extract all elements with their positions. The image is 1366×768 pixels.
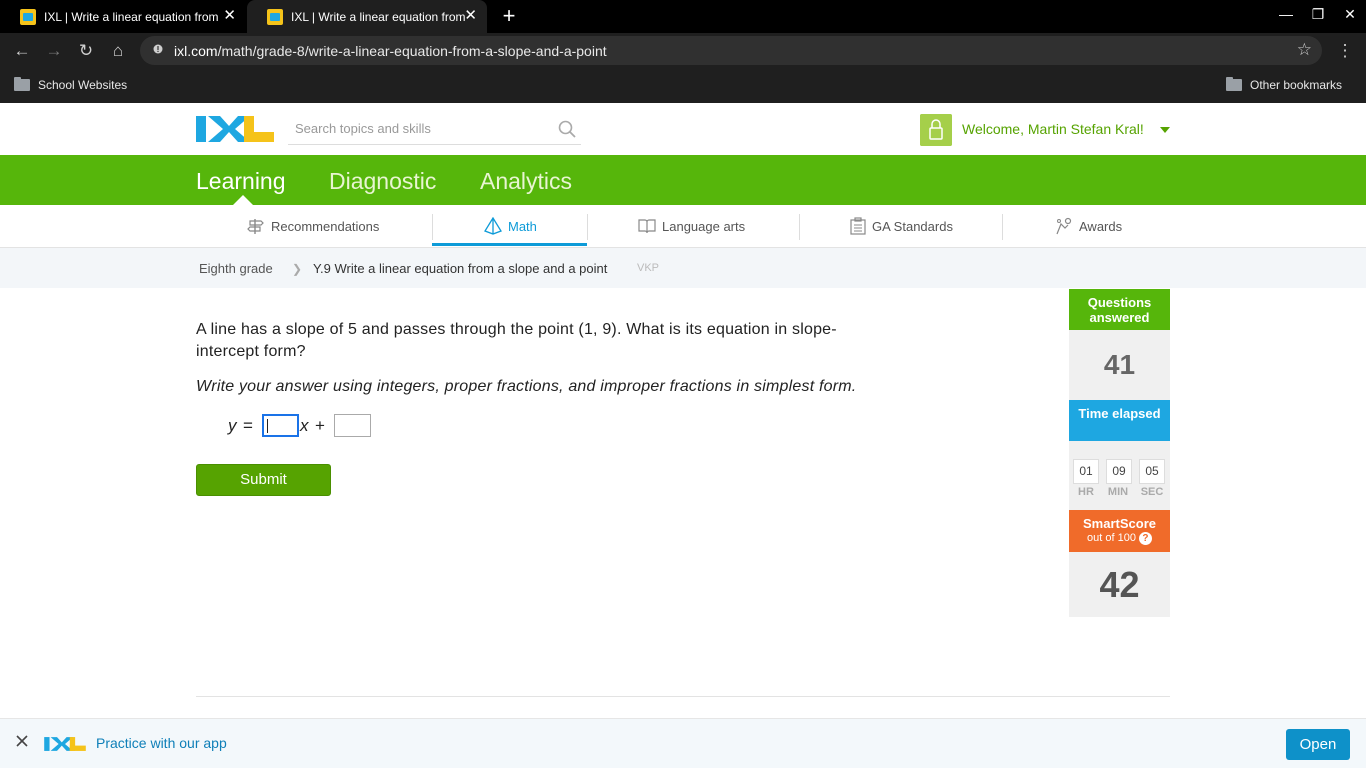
chevron-right-icon: ❯	[292, 262, 303, 276]
clipboard-icon	[850, 217, 866, 235]
close-tab-icon[interactable]: ✕	[223, 8, 236, 24]
close-tab-icon[interactable]: ✕	[464, 8, 477, 24]
content-divider	[196, 696, 1170, 697]
intercept-answer-input[interactable]	[334, 414, 371, 437]
time-elapsed-label: Time elapsed	[1069, 400, 1170, 441]
smartscore-label: SmartScore	[1083, 516, 1156, 531]
bookmark-other[interactable]: Other bookmarks	[1226, 77, 1342, 92]
address-bar[interactable]: ixl.com/math/grade-8/write-a-linear-equa…	[140, 36, 1322, 65]
ixl-logo[interactable]	[196, 114, 274, 144]
submit-button[interactable]: Submit	[196, 464, 331, 496]
close-window-icon[interactable]: ✕	[1340, 6, 1360, 23]
browser-tab-2[interactable]: IXL | Write a linear equation from a slo…	[247, 0, 487, 33]
forward-icon[interactable]: →	[42, 39, 66, 63]
minimize-icon[interactable]: —	[1276, 6, 1296, 22]
open-app-button[interactable]: Open	[1286, 729, 1350, 760]
question-instruction: Write your answer using integers, proper…	[196, 378, 857, 395]
lock-icon	[153, 44, 163, 54]
bookmarks-bar: School Websites Other bookmarks	[0, 68, 1366, 103]
book-icon	[638, 219, 656, 234]
tab-ga-standards[interactable]: GA Standards	[850, 205, 953, 247]
tab-math[interactable]: Math	[484, 205, 537, 247]
nav-analytics[interactable]: Analytics	[480, 168, 572, 195]
back-icon[interactable]: ←	[10, 39, 34, 63]
bookmark-school-websites[interactable]: School Websites	[14, 77, 127, 92]
questions-answered-label: Questions answered	[1069, 289, 1170, 330]
restore-icon[interactable]: ❐	[1308, 6, 1328, 23]
ixl-favicon-icon	[267, 8, 283, 25]
browser-toolbar: ← → ↻ ⌂ ixl.com/math/grade-8/write-a-lin…	[0, 33, 1366, 68]
awards-icon	[1056, 217, 1072, 235]
search-input[interactable]: Search topics and skills	[288, 115, 581, 145]
folder-icon	[14, 77, 30, 91]
questions-answered-count: 41	[1069, 330, 1170, 400]
time-unit-hr: HR	[1078, 486, 1094, 498]
ixl-favicon-icon	[20, 8, 36, 25]
equation-y: y	[228, 416, 237, 435]
welcome-text[interactable]: Welcome, Martin Stefan Kral!	[962, 121, 1144, 137]
bookmark-star-icon[interactable]: ☆	[1297, 40, 1312, 60]
text-cursor	[267, 419, 268, 433]
equation-plus: +	[315, 416, 325, 435]
tab-title: IXL | Write a linear equation from a slo…	[44, 9, 219, 24]
tab-title: IXL | Write a linear equation from a slo…	[291, 9, 466, 24]
browser-tab-strip: IXL | Write a linear equation from a slo…	[0, 0, 1366, 33]
time-seconds: 05	[1139, 459, 1165, 484]
time-unit-min: MIN	[1107, 486, 1129, 498]
skill-code: VKP	[637, 262, 660, 274]
breadcrumb-skill: Y.9 Write a linear equation from a slope…	[313, 261, 608, 276]
breadcrumb-grade[interactable]: Eighth grade	[199, 261, 273, 276]
nav-learning[interactable]: Learning	[196, 168, 286, 195]
smartscore-sub: out of 100	[1087, 532, 1136, 544]
question-text: A line has a slope of 5 and passes throu…	[196, 321, 837, 360]
tab-recommendations[interactable]: Recommendations	[247, 205, 379, 247]
time-hours: 01	[1073, 459, 1099, 484]
smartscore-header: SmartScore out of 100 ?	[1069, 510, 1170, 552]
divider	[432, 214, 433, 240]
divider	[799, 214, 800, 240]
nav-diagnostic[interactable]: Diagnostic	[329, 168, 436, 195]
divider	[587, 214, 588, 240]
home-icon[interactable]: ⌂	[106, 39, 130, 63]
reload-icon[interactable]: ↻	[74, 39, 98, 63]
folder-icon	[1226, 77, 1242, 91]
active-tab-underline	[432, 243, 587, 246]
slope-answer-input[interactable]	[262, 414, 299, 437]
time-elapsed: 01 09 05 HR MIN SEC	[1069, 441, 1170, 510]
help-icon[interactable]: ?	[1138, 532, 1152, 545]
app-banner: Practice with our app Open	[0, 718, 1366, 768]
equation-equals: =	[243, 416, 253, 435]
search-icon[interactable]	[558, 120, 576, 138]
chevron-down-icon[interactable]	[1160, 127, 1170, 133]
tab-language-arts[interactable]: Language arts	[638, 205, 745, 247]
equation-x: x	[300, 416, 309, 435]
main-nav: Learning Diagnostic Analytics	[0, 155, 1366, 205]
avatar[interactable]	[920, 114, 952, 146]
url-text: ixl.com/math/grade-8/write-a-linear-equa…	[174, 43, 607, 59]
sub-nav: Recommendations Math Language arts GA St…	[0, 205, 1366, 248]
pyramid-icon	[484, 217, 502, 235]
menu-kebab-icon[interactable]: ⋮	[1333, 39, 1357, 63]
smartscore-value: 42	[1069, 552, 1170, 617]
signpost-icon	[247, 219, 264, 234]
nav-active-pointer	[233, 195, 253, 205]
ixl-logo-small	[44, 737, 86, 751]
ixl-header: Search topics and skills Welcome, Martin…	[0, 103, 1366, 155]
new-tab-icon[interactable]: +	[499, 5, 519, 27]
breadcrumb: Eighth grade ❯ Y.9 Write a linear equati…	[0, 248, 1366, 288]
close-icon[interactable]	[15, 734, 29, 748]
banner-message: Practice with our app	[96, 735, 227, 751]
divider	[1002, 214, 1003, 240]
browser-tab-1[interactable]: IXL | Write a linear equation from a slo…	[0, 0, 246, 33]
time-minutes: 09	[1106, 459, 1132, 484]
tab-awards[interactable]: Awards	[1055, 205, 1122, 247]
time-unit-sec: SEC	[1140, 486, 1164, 498]
